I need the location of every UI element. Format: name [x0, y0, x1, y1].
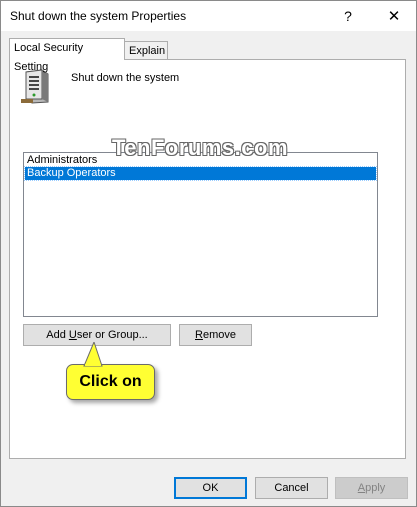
help-button[interactable]: ?	[326, 1, 370, 31]
tab-local-security-setting[interactable]: Local Security Setting	[9, 38, 125, 73]
window-title: Shut down the system Properties	[10, 9, 187, 23]
close-button[interactable]: ✕	[372, 1, 416, 31]
list-item-label: Administrators	[27, 154, 98, 166]
tab-label: Explain	[129, 45, 166, 57]
remove-button[interactable]: Remove	[179, 324, 252, 346]
watermark: TenForums.com	[112, 135, 289, 160]
tab-explain[interactable]: Explain	[124, 41, 168, 61]
button-label: Add User or Group...	[46, 329, 148, 341]
apply-button: Apply	[335, 477, 408, 499]
button-label: Remove	[195, 329, 236, 341]
list-item-selected[interactable]: Backup Operators	[24, 166, 377, 181]
ok-button[interactable]: OK	[174, 477, 247, 499]
title-bar: Shut down the system Properties ? ✕	[1, 1, 416, 31]
user-group-list[interactable]: Administrators Backup Operators	[23, 152, 378, 317]
close-icon: ✕	[387, 8, 401, 25]
button-label: Apply	[357, 482, 386, 494]
button-label: OK	[202, 482, 219, 494]
button-label: Cancel	[274, 482, 309, 494]
callout-pointer	[83, 342, 103, 367]
help-icon: ?	[344, 8, 352, 24]
cancel-button[interactable]: Cancel	[255, 477, 328, 499]
click-on-callout: Click on	[66, 364, 155, 400]
setting-name: Shut down the system	[71, 72, 180, 84]
list-item-label: Backup Operators	[27, 167, 116, 179]
